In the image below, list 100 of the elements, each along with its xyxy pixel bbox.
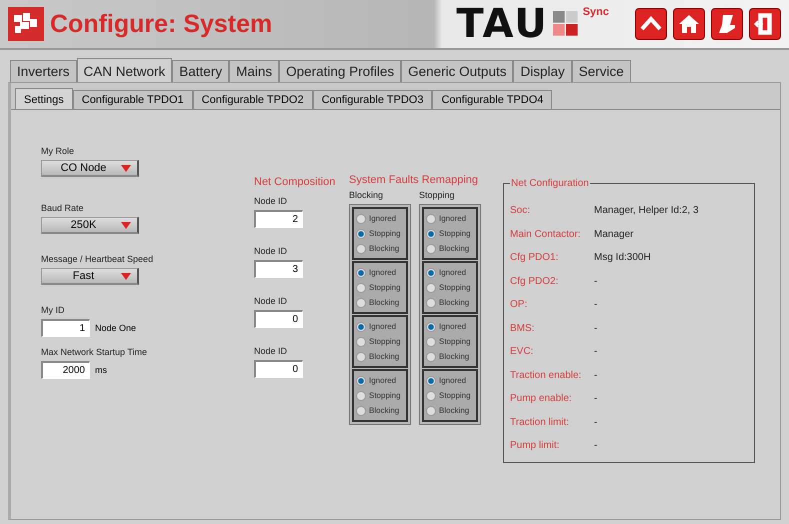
radio-label: Blocking [439, 298, 470, 307]
config-value: - [594, 299, 598, 310]
config-label: Soc: [510, 205, 532, 216]
config-value: - [594, 322, 598, 334]
radio-label: Blocking [369, 244, 400, 253]
config-label: Main Contactor: [510, 228, 582, 240]
radio-button[interactable] [426, 214, 436, 224]
radio-label: Ignored [369, 322, 396, 331]
node-name: Node One [95, 323, 136, 333]
config-value: - [594, 370, 598, 381]
field-label: My ID [41, 305, 64, 315]
page-title: Configure: System [50, 10, 272, 38]
radio-label: Ignored [369, 268, 396, 277]
radio-button[interactable] [426, 390, 436, 400]
radio-button[interactable] [356, 214, 366, 224]
radio-button[interactable] [426, 282, 436, 292]
field-label: Message / Heartbeat Speed [41, 254, 154, 264]
config-value: Manager [594, 228, 634, 240]
exit-button[interactable] [749, 8, 781, 40]
node-id-input[interactable]: 0 [254, 310, 303, 328]
radio-button[interactable] [426, 322, 436, 332]
sub-tab[interactable]: Configurable TPDO1 [72, 90, 193, 109]
radio-label: Stopping [369, 391, 401, 400]
tab[interactable]: Inverters [10, 60, 77, 82]
radio-button[interactable] [426, 298, 436, 308]
config-label: Pump enable: [510, 393, 573, 404]
config-label: Cfg PDO1: [510, 252, 560, 264]
radio-label: Stopping [369, 283, 401, 292]
field-label: Node ID [254, 246, 288, 256]
config-value: Manager, Helper Id:2, 3 [594, 205, 699, 216]
sub-tab[interactable]: Configurable TPDO4 [432, 90, 552, 109]
radio-label: Ignored [439, 376, 466, 385]
brand-suffix: Sync [582, 6, 609, 18]
sub-tab[interactable]: Settings [15, 88, 73, 109]
field-label: My Role [41, 146, 74, 156]
radio-button[interactable] [356, 352, 366, 362]
radio-button[interactable] [356, 406, 366, 416]
up-button[interactable] [635, 8, 667, 40]
tab[interactable]: Operating Profiles [279, 60, 402, 82]
dropdown[interactable]: Fast [41, 268, 139, 285]
config-label: Traction limit: [510, 416, 570, 428]
radio-button[interactable] [356, 298, 366, 308]
node-id-input[interactable]: 0 [254, 360, 303, 378]
field-label: Node ID [254, 346, 288, 356]
dropdown-arrow-icon [121, 222, 131, 228]
radio-button[interactable] [356, 282, 366, 292]
tab[interactable]: Generic Outputs [401, 60, 514, 82]
time-input[interactable]: 2000 [41, 361, 90, 379]
radio-button[interactable] [356, 376, 366, 386]
section-title: Net Composition [254, 176, 336, 188]
radio-label: Blocking [439, 244, 470, 253]
tab[interactable]: CAN Network [76, 58, 172, 82]
config-label: Pump limit: [510, 440, 560, 452]
radio-label: Stopping [369, 229, 401, 238]
column-label: Blocking [349, 190, 384, 200]
tab[interactable]: Display [513, 60, 572, 82]
puzzle-logo-icon [8, 7, 44, 41]
column-label: Stopping [419, 190, 456, 200]
config-label: Cfg PDO2: [510, 276, 560, 287]
radio-button[interactable] [426, 336, 436, 346]
sub-tab[interactable]: Configurable TPDO3 [312, 90, 432, 109]
radio-label: Ignored [369, 376, 396, 385]
field-label: Baud Rate [41, 203, 84, 213]
node-id-input[interactable]: 3 [254, 260, 303, 278]
config-value: - [594, 440, 598, 452]
sub-tab[interactable]: Configurable TPDO2 [192, 90, 313, 109]
radio-button[interactable] [426, 352, 436, 362]
seat-button[interactable] [711, 8, 743, 40]
radio-label: Ignored [439, 268, 466, 277]
radio-button[interactable] [426, 228, 436, 238]
config-label: OP: [510, 299, 528, 310]
dropdown[interactable]: CO Node [41, 160, 139, 177]
radio-label: Ignored [439, 322, 466, 331]
radio-button[interactable] [356, 322, 366, 332]
radio-button[interactable] [426, 268, 436, 278]
field-label: Max Network Startup Time [41, 347, 148, 357]
config-value: Msg Id:300H [594, 252, 651, 264]
radio-button[interactable] [356, 228, 366, 238]
config-label: Traction enable: [510, 370, 582, 381]
dropdown-arrow-icon [121, 272, 131, 280]
radio-button[interactable] [356, 390, 366, 400]
radio-button[interactable] [356, 268, 366, 278]
dropdown[interactable]: 250K [41, 217, 139, 234]
radio-label: Ignored [439, 214, 466, 223]
panel-title: Net Configuration [510, 178, 590, 189]
radio-label: Blocking [369, 406, 400, 415]
radio-button[interactable] [426, 244, 436, 254]
node-id-input[interactable]: 2 [254, 210, 303, 228]
config-value: - [594, 416, 598, 428]
radio-button[interactable] [426, 406, 436, 416]
radio-label: Blocking [369, 352, 400, 361]
radio-button[interactable] [356, 336, 366, 346]
radio-button[interactable] [356, 244, 366, 254]
tab[interactable]: Battery [172, 60, 230, 82]
radio-button[interactable] [426, 376, 436, 386]
id-input[interactable]: 1 [41, 319, 90, 337]
radio-label: Stopping [439, 391, 471, 400]
home-button[interactable] [673, 8, 705, 40]
tab[interactable]: Service [572, 60, 631, 82]
tab[interactable]: Mains [229, 60, 280, 82]
